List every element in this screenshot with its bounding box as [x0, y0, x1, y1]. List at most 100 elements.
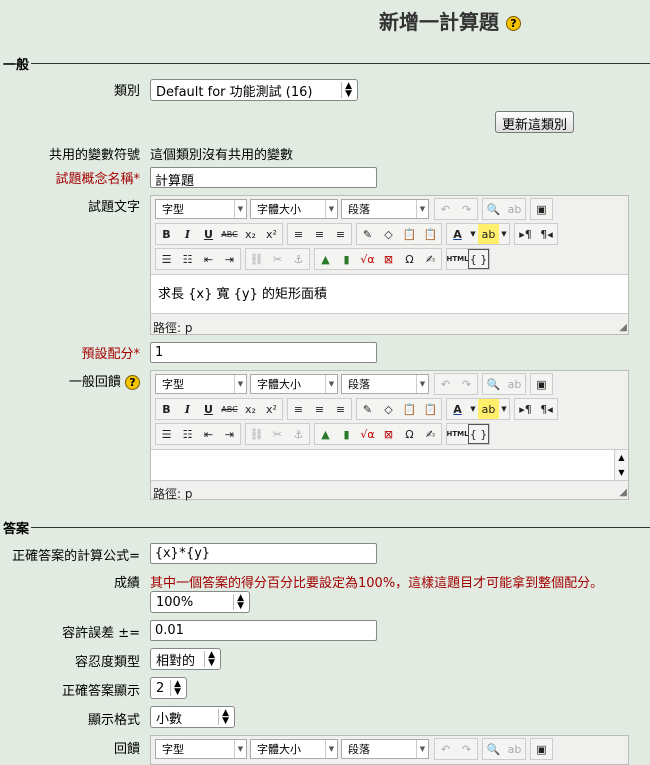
update-category-button[interactable]: 更新這類別: [495, 111, 574, 133]
replace-icon[interactable]: ab: [504, 374, 525, 394]
bold-icon[interactable]: B: [156, 224, 177, 244]
font-size-select[interactable]: 字體大小 ▼: [250, 739, 338, 759]
tolerance-type-select[interactable]: 相對的 ▲ ▼: [150, 648, 221, 670]
font-family-select[interactable]: 字型 ▼: [155, 199, 247, 219]
redo-icon[interactable]: ↷: [456, 199, 477, 219]
search-icon[interactable]: 🔍: [483, 199, 504, 219]
align-left-icon[interactable]: ≡: [288, 399, 309, 419]
anchor-icon[interactable]: ⚓: [288, 424, 309, 444]
indent-icon[interactable]: ⇥: [219, 424, 240, 444]
html-icon[interactable]: HTML: [446, 249, 468, 269]
align-center-icon[interactable]: ≡: [309, 399, 330, 419]
eraser-icon[interactable]: ◇: [378, 224, 399, 244]
indent-icon[interactable]: ⇥: [219, 249, 240, 269]
grade-select[interactable]: 100% ▲ ▼: [150, 591, 250, 613]
paste-text-icon[interactable]: 📋: [399, 224, 420, 244]
resize-handle-icon[interactable]: ◢: [619, 487, 627, 498]
text-color-icon[interactable]: A: [447, 224, 468, 244]
tolerance-input[interactable]: 0.01: [150, 620, 377, 641]
table-icon[interactable]: ⊠: [378, 249, 399, 269]
dropdown-icon[interactable]: ▼: [499, 224, 509, 244]
media-icon[interactable]: ▮: [336, 249, 357, 269]
fullscreen-icon[interactable]: ▣: [531, 374, 552, 394]
clean-icon[interactable]: ✎: [357, 399, 378, 419]
code-icon[interactable]: { }: [468, 424, 489, 444]
superscript-icon[interactable]: x²: [261, 399, 282, 419]
font-size-select[interactable]: 字體大小 ▼: [250, 374, 338, 394]
subscript-icon[interactable]: x₂: [240, 399, 261, 419]
html-icon[interactable]: HTML: [446, 424, 468, 444]
replace-icon[interactable]: ab: [504, 739, 525, 759]
align-center-icon[interactable]: ≡: [309, 224, 330, 244]
format-select[interactable]: 段落 ▼: [341, 199, 429, 219]
editor-scrollbar[interactable]: ▲ ▼: [614, 450, 628, 480]
numbered-list-icon[interactable]: ☷: [177, 424, 198, 444]
outdent-icon[interactable]: ⇤: [198, 424, 219, 444]
question-text-area[interactable]: 求長 {x} 寬 {y} 的矩形面積: [151, 274, 628, 314]
align-right-icon[interactable]: ≡: [330, 224, 351, 244]
undo-icon[interactable]: ↶: [435, 199, 456, 219]
redo-icon[interactable]: ↷: [456, 739, 477, 759]
format-select[interactable]: 段落 ▼: [341, 739, 429, 759]
bullet-list-icon[interactable]: ☰: [156, 249, 177, 269]
replace-icon[interactable]: ab: [504, 199, 525, 219]
code-icon[interactable]: { }: [468, 249, 489, 269]
fullscreen-icon[interactable]: ▣: [531, 199, 552, 219]
highlight-color-icon[interactable]: ab: [478, 224, 499, 244]
font-family-select[interactable]: 字型 ▼: [155, 374, 247, 394]
category-select[interactable]: Default for 功能測試 (16) ▲ ▼: [150, 79, 358, 101]
strikethrough-icon[interactable]: ABC: [219, 224, 240, 244]
dropdown-icon[interactable]: ▼: [468, 399, 478, 419]
edit-icon[interactable]: ✍: [420, 249, 441, 269]
align-left-icon[interactable]: ≡: [288, 224, 309, 244]
image-icon[interactable]: ▲: [315, 424, 336, 444]
italic-icon[interactable]: I: [177, 224, 198, 244]
media-icon[interactable]: ▮: [336, 424, 357, 444]
link-icon[interactable]: ⛓: [246, 424, 267, 444]
bold-icon[interactable]: B: [156, 399, 177, 419]
undo-icon[interactable]: ↶: [435, 374, 456, 394]
outdent-icon[interactable]: ⇤: [198, 249, 219, 269]
ltr-icon[interactable]: ▸¶: [515, 224, 536, 244]
image-icon[interactable]: ▲: [315, 249, 336, 269]
help-icon[interactable]: ?: [125, 375, 140, 390]
undo-icon[interactable]: ↶: [435, 739, 456, 759]
resize-handle-icon[interactable]: ◢: [619, 322, 627, 333]
numbered-list-icon[interactable]: ☷: [177, 249, 198, 269]
dropdown-icon[interactable]: ▼: [468, 224, 478, 244]
strikethrough-icon[interactable]: ABC: [219, 399, 240, 419]
link-icon[interactable]: ⛓: [246, 249, 267, 269]
unlink-icon[interactable]: ✂: [267, 249, 288, 269]
equation-icon[interactable]: √α: [357, 249, 378, 269]
feedback-text-area[interactable]: ▲ ▼: [151, 449, 628, 481]
highlight-color-icon[interactable]: ab: [478, 399, 499, 419]
align-right-icon[interactable]: ≡: [330, 399, 351, 419]
default-grade-input[interactable]: 1: [150, 342, 377, 363]
paste-word-icon[interactable]: 📋: [420, 224, 441, 244]
dropdown-icon[interactable]: ▼: [499, 399, 509, 419]
question-name-input[interactable]: 計算題: [150, 167, 377, 189]
special-char-icon[interactable]: Ω: [399, 424, 420, 444]
format-select[interactable]: 小數 ▲ ▼: [150, 706, 235, 728]
rtl-icon[interactable]: ¶◂: [536, 399, 557, 419]
help-icon[interactable]: ?: [505, 16, 521, 31]
bullet-list-icon[interactable]: ☰: [156, 424, 177, 444]
paste-word-icon[interactable]: 📋: [420, 399, 441, 419]
fullscreen-icon[interactable]: ▣: [531, 739, 552, 759]
italic-icon[interactable]: I: [177, 399, 198, 419]
superscript-icon[interactable]: x²: [261, 224, 282, 244]
eraser-icon[interactable]: ◇: [378, 399, 399, 419]
ltr-icon[interactable]: ▸¶: [515, 399, 536, 419]
underline-icon[interactable]: U: [198, 224, 219, 244]
special-char-icon[interactable]: Ω: [399, 249, 420, 269]
unlink-icon[interactable]: ✂: [267, 424, 288, 444]
rtl-icon[interactable]: ¶◂: [536, 224, 557, 244]
formula-input[interactable]: {x}*{y}: [150, 543, 377, 564]
equation-icon[interactable]: √α: [357, 424, 378, 444]
search-icon[interactable]: 🔍: [483, 374, 504, 394]
underline-icon[interactable]: U: [198, 399, 219, 419]
font-family-select[interactable]: 字型 ▼: [155, 739, 247, 759]
subscript-icon[interactable]: x₂: [240, 224, 261, 244]
redo-icon[interactable]: ↷: [456, 374, 477, 394]
paste-text-icon[interactable]: 📋: [399, 399, 420, 419]
